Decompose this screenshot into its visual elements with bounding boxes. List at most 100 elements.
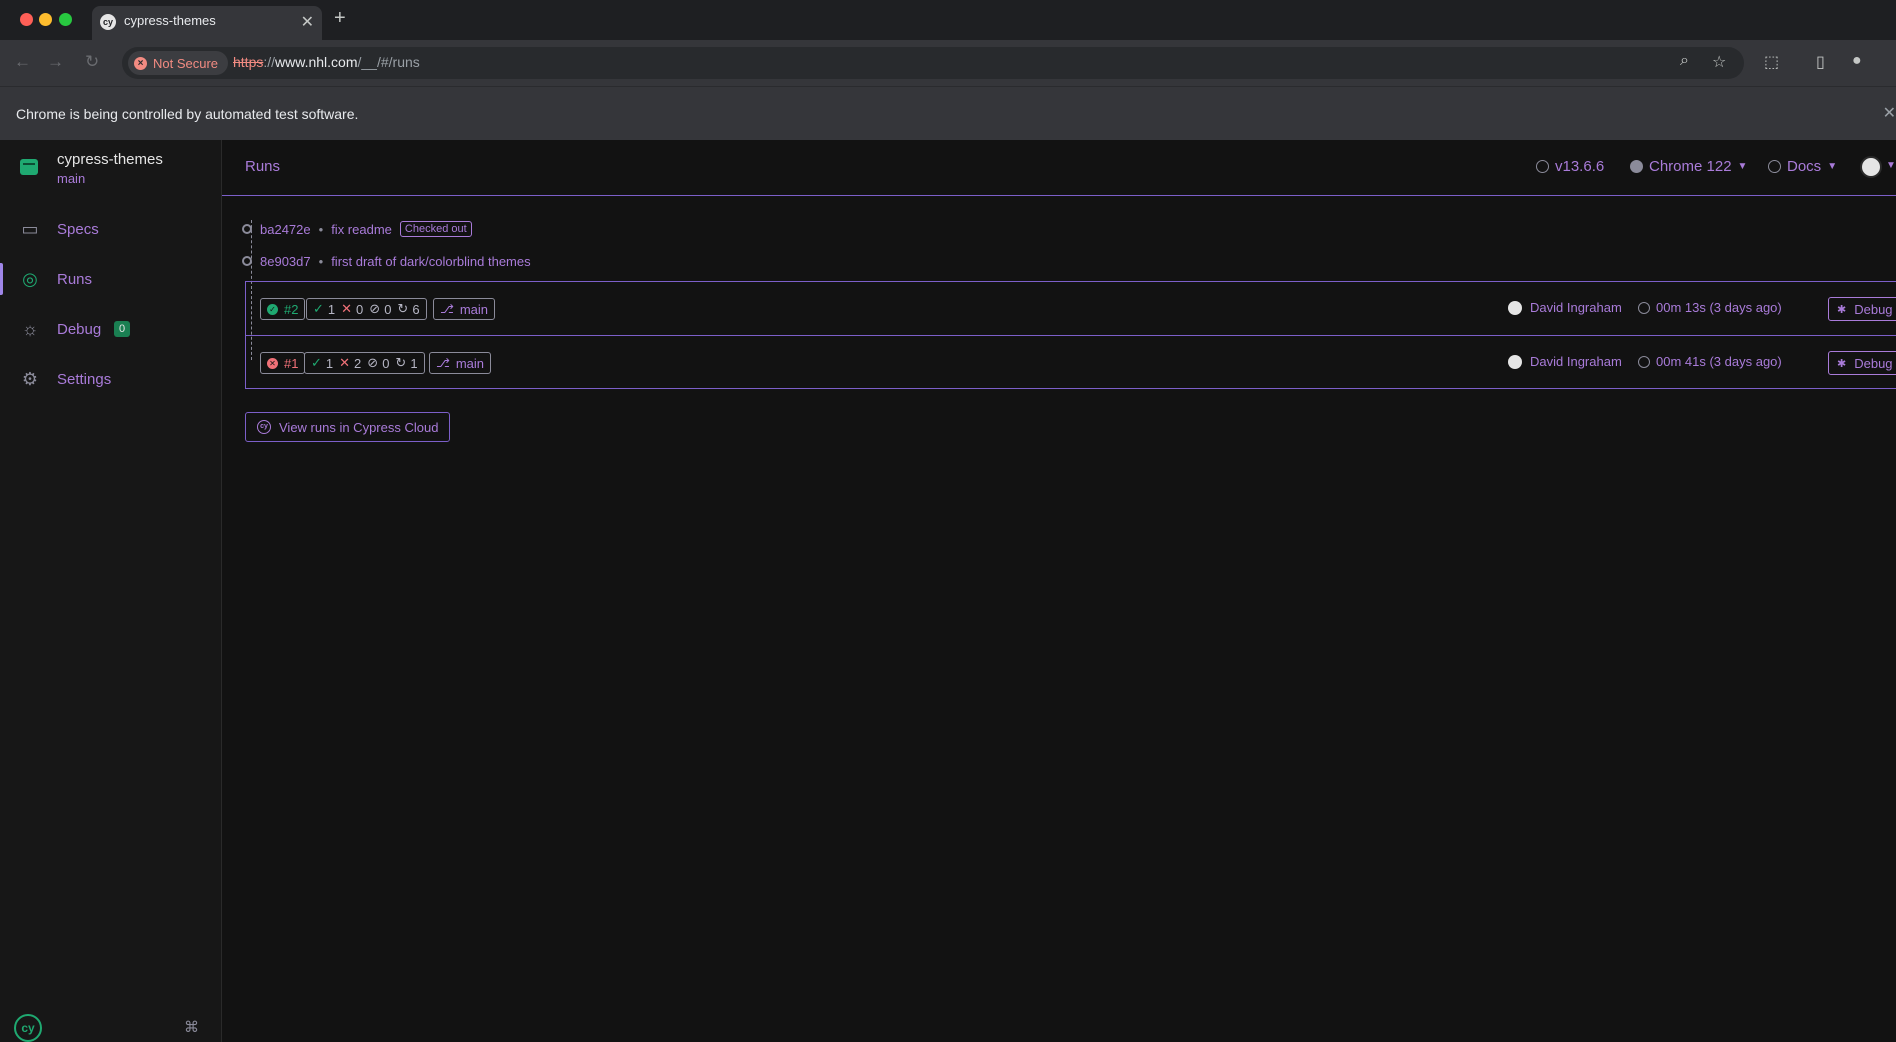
sidebar-item-label: Specs xyxy=(57,220,99,238)
browser-selector[interactable]: Chrome 122 ▼ xyxy=(1630,158,1747,175)
new-tab-icon[interactable]: + xyxy=(334,7,346,30)
bug-icon: ☼ xyxy=(21,318,39,339)
run-author: David Ingraham xyxy=(1508,300,1622,315)
commit-item: ba2472e • fix readme Checked out xyxy=(242,219,472,239)
commit-sha[interactable]: ba2472e xyxy=(260,222,311,237)
view-runs-cloud-button[interactable]: cy View runs in Cypress Cloud xyxy=(245,412,451,442)
minimize-window-button[interactable] xyxy=(39,13,52,26)
project-name[interactable]: cypress-themes xyxy=(57,151,163,168)
author-avatar xyxy=(1508,300,1522,315)
pending-icon: ↻ xyxy=(397,301,409,316)
user-avatar[interactable] xyxy=(1860,156,1882,178)
run-duration: 00m 13s (3 days ago) xyxy=(1638,300,1782,315)
run-number-badge: ✓ #2 xyxy=(260,298,306,320)
run-results: ✓ 1 ✕ 0 ⊘ 0 ↻ 6 xyxy=(306,298,427,320)
keyboard-shortcuts-icon[interactable]: ⌘ xyxy=(184,1018,199,1036)
gear-icon: ⚙ xyxy=(21,368,39,389)
browser-tabbar: cy cypress-themes ✕ + xyxy=(0,0,1896,40)
commit-dot-icon xyxy=(242,256,252,266)
reload-icon[interactable]: ↻ xyxy=(85,52,99,72)
branch-badge: ⎇ main xyxy=(429,352,492,374)
checked-out-badge: Checked out xyxy=(399,221,472,237)
debug-count-badge: 0 xyxy=(114,321,130,337)
docs-menu[interactable]: Docs ▼ xyxy=(1768,158,1837,175)
close-infobar-icon[interactable]: ✕ xyxy=(1883,103,1896,123)
page-title: Runs xyxy=(245,158,281,175)
address-bar[interactable]: × Not Secure https://www.nhl.com/__/#/ru… xyxy=(122,47,1744,79)
back-icon[interactable]: ← xyxy=(14,52,31,72)
chevron-down-icon: ▼ xyxy=(1827,161,1838,172)
browser-toolbar: ← → ↻ × Not Secure https://www.nhl.com/_… xyxy=(0,40,1896,86)
commit-message[interactable]: first draft of dark/colorblind themes xyxy=(331,254,530,269)
sidebar-item-label: Settings xyxy=(57,370,112,388)
side-panel-icon[interactable]: ▯ xyxy=(1816,52,1825,72)
project-icon xyxy=(20,159,38,175)
branch-icon: ⎇ xyxy=(436,356,450,370)
clock-icon xyxy=(1638,355,1650,368)
run-number-badge: ✕ #1 xyxy=(260,352,306,374)
run-duration: 00m 41s (3 days ago) xyxy=(1638,354,1782,369)
globe-icon xyxy=(1768,160,1781,173)
chrome-icon xyxy=(1630,160,1643,173)
bug-icon: ✱ xyxy=(1837,303,1847,316)
run-row[interactable]: ✓ #2 ✓ 1 ✕ 0 ⊘ 0 ↻ 6 ⎇ main David Ingraham 0… xyxy=(246,282,1896,336)
cypress-logo-icon: cy xyxy=(14,1014,42,1042)
warning-icon: × xyxy=(134,56,147,70)
skipped-icon: ⊘ xyxy=(367,355,379,370)
sidebar-item-label: Runs xyxy=(57,270,93,288)
passed-icon: ✓ xyxy=(311,355,322,370)
sidebar-item-settings[interactable]: ⚙ Settings xyxy=(0,359,222,399)
check-circle-icon: ✓ xyxy=(267,303,278,315)
commit-sha[interactable]: 8e903d7 xyxy=(260,254,311,269)
close-tab-icon[interactable]: ✕ xyxy=(301,12,314,32)
x-circle-icon: ✕ xyxy=(267,357,278,369)
cypress-cloud-icon: cy xyxy=(257,420,271,434)
browser-tab[interactable]: cy cypress-themes ✕ xyxy=(92,6,322,40)
author-avatar xyxy=(1508,354,1522,369)
security-chip[interactable]: × Not Secure xyxy=(128,51,229,75)
run-row[interactable]: ✕ #1 ✓ 1 ✕ 2 ⊘ 0 ↻ 1 ⎇ main David Ingraham 0… xyxy=(246,336,1896,390)
debug-button[interactable]: ✱ Debug xyxy=(1828,297,1896,321)
sidebar-item-runs[interactable]: ◎ Runs xyxy=(0,259,222,299)
clock-icon xyxy=(1638,301,1650,314)
commit-dot-icon xyxy=(242,224,252,234)
profile-icon[interactable]: ● xyxy=(1852,52,1862,70)
runs-icon: ◎ xyxy=(22,268,38,289)
tab-title: cypress-themes xyxy=(124,13,216,28)
pending-icon: ↻ xyxy=(395,355,407,370)
bookmark-star-icon[interactable]: ☆ xyxy=(1712,52,1726,72)
run-author: David Ingraham xyxy=(1508,354,1622,369)
automation-infobar: Chrome is being controlled by automated … xyxy=(0,86,1896,140)
version-link[interactable]: v13.6.6 xyxy=(1536,158,1604,175)
chevron-down-icon[interactable]: ▼ xyxy=(1886,160,1896,171)
failed-icon: ✕ xyxy=(339,355,351,370)
sidebar-item-debug[interactable]: ☼ Debug 0 xyxy=(0,309,222,349)
chevron-down-icon: ▼ xyxy=(1737,161,1748,172)
passed-icon: ✓ xyxy=(313,301,324,316)
forward-icon[interactable]: → xyxy=(47,52,64,72)
sidebar-item-specs[interactable]: ▭ Specs xyxy=(0,209,222,249)
security-label: Not Secure xyxy=(153,55,219,71)
commit-message[interactable]: fix readme xyxy=(331,222,392,237)
skipped-icon: ⊘ xyxy=(369,301,381,316)
run-results: ✓ 1 ✕ 2 ⊘ 0 ↻ 1 xyxy=(304,352,425,374)
maximize-window-button[interactable] xyxy=(59,13,72,26)
specs-icon: ▭ xyxy=(21,218,39,239)
app-header: Runs v13.6.6 Chrome 122 ▼ Docs ▼ ▼ xyxy=(222,140,1896,196)
extensions-icon[interactable]: ⬚ xyxy=(1764,52,1779,72)
failed-icon: ✕ xyxy=(341,301,353,316)
url-text[interactable]: https://www.nhl.com/__/#/runs xyxy=(233,54,420,70)
zoom-icon[interactable]: ⌕ xyxy=(1680,52,1689,70)
main-content: Runs v13.6.6 Chrome 122 ▼ Docs ▼ ▼ ba247… xyxy=(222,140,1896,1042)
runs-list: ✓ #2 ✓ 1 ✕ 0 ⊘ 0 ↻ 6 ⎇ main David Ingraham 0… xyxy=(245,281,1896,389)
close-window-button[interactable] xyxy=(20,13,33,26)
project-branch: main xyxy=(57,171,86,186)
sidebar-item-label: Debug xyxy=(57,320,102,338)
cypress-version-icon xyxy=(1536,160,1549,173)
branch-icon: ⎇ xyxy=(440,302,454,316)
sidebar: cypress-themes main ▭ Specs ◎ Runs ☼ Deb… xyxy=(0,140,222,1042)
debug-button[interactable]: ✱ Debug xyxy=(1828,351,1896,375)
infobar-text: Chrome is being controlled by automated … xyxy=(16,106,359,122)
branch-badge: ⎇ main xyxy=(433,298,496,320)
cypress-favicon-icon: cy xyxy=(100,14,116,30)
